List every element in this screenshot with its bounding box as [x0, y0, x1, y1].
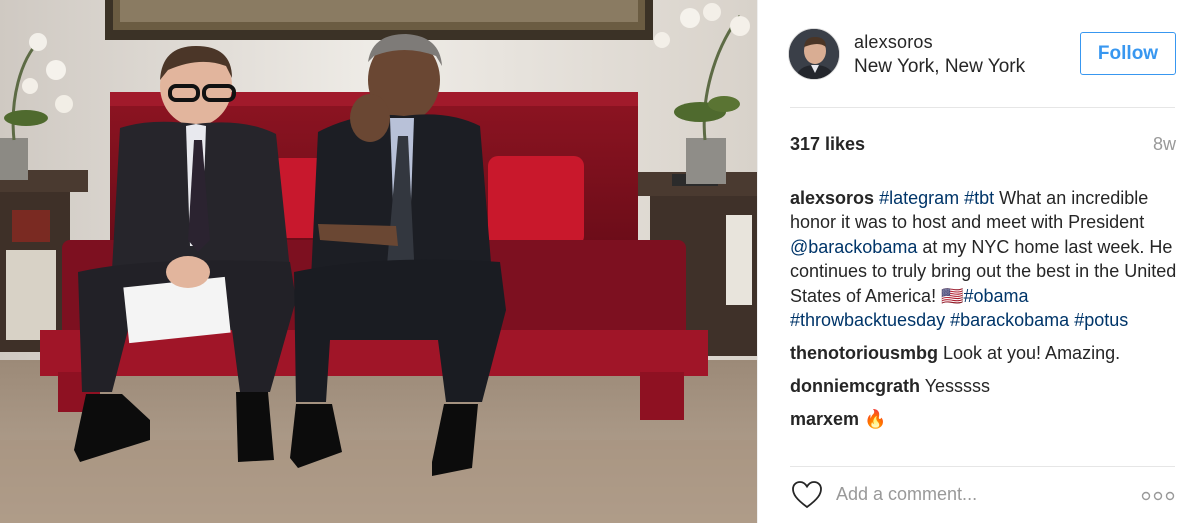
add-comment-row — [758, 466, 1200, 523]
comment-item: thenotoriousmbg Look at you! Amazing. — [790, 341, 1180, 365]
caption-link[interactable]: @barackobama — [790, 237, 917, 257]
comment-text: Yesssss — [920, 376, 991, 397]
more-options-icon[interactable] — [1141, 488, 1175, 506]
caption-link[interactable]: #lategram — [879, 188, 959, 208]
comments-list: alexsoros #lategram #tbt What an incredi… — [790, 186, 1180, 446]
post-username[interactable]: alexsoros — [854, 30, 1025, 54]
avatar-image — [789, 29, 839, 79]
post-caption: alexsoros #lategram #tbt What an incredi… — [790, 186, 1180, 332]
comment-text: 🔥 — [859, 409, 887, 430]
post-photo[interactable] — [0, 0, 757, 523]
likes-row: 317 likes 8w — [790, 134, 1176, 158]
caption-link[interactable]: #potus — [1074, 310, 1128, 330]
add-comment-input[interactable] — [836, 481, 1126, 507]
comment-username[interactable]: marxem — [790, 409, 859, 429]
user-info: alexsoros New York, New York — [854, 30, 1025, 79]
caption-link[interactable]: #obama — [964, 286, 1029, 306]
header-divider — [790, 107, 1175, 108]
comment-text: Look at you! Amazing. — [937, 343, 1121, 364]
comment-username[interactable]: donniemcgrath — [790, 376, 920, 396]
heart-outline-icon[interactable] — [791, 480, 823, 515]
avatar[interactable] — [788, 28, 840, 80]
post-sidebar: alexsoros New York, New York Follow 317 … — [757, 0, 1200, 523]
caption-segment: 🇺🇸 — [941, 285, 964, 306]
follow-button[interactable]: Follow — [1080, 32, 1176, 75]
post-time[interactable]: 8w — [1153, 134, 1176, 155]
caption-username[interactable]: alexsoros — [790, 188, 874, 208]
caption-link[interactable]: #throwbacktuesday — [790, 310, 945, 330]
comment-username[interactable]: thenotoriousmbg — [790, 343, 938, 363]
likes-count[interactable]: 317 likes — [790, 134, 865, 155]
post-location[interactable]: New York, New York — [854, 55, 1025, 79]
caption-link[interactable]: #tbt — [964, 188, 994, 208]
comment-item: donniemcgrath Yesssss — [790, 374, 1180, 398]
comment-item: marxem 🔥 — [790, 407, 1180, 431]
photo-illustration — [0, 0, 757, 523]
post-header: alexsoros New York, New York Follow — [758, 0, 1200, 107]
caption-text: #lategram #tbt What an incredible honor … — [790, 188, 1176, 330]
caption-link[interactable]: #barackobama — [950, 310, 1069, 330]
comment-thread: thenotoriousmbg Look at you! Amazing. don… — [790, 341, 1180, 431]
